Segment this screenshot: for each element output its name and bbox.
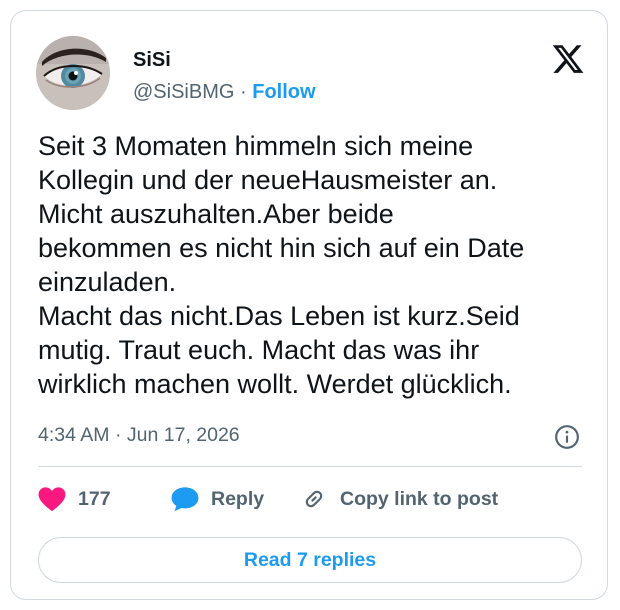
tweet-line: Macht das nicht.Das Leben ist kurz.Seid [38,301,520,331]
author-handle[interactable]: @SiSiBMG [133,81,234,103]
tweet-card: SiSi @SiSiBMG · Follow Seit 3 Momaten hi… [10,10,608,600]
read-replies-label: Read 7 replies [243,548,377,571]
divider [38,466,582,467]
tweet-timestamp[interactable]: 4:34 AM · Jun 17, 2026 [38,424,240,447]
reply-button[interactable]: Reply [171,481,264,517]
read-replies-button[interactable]: Read 7 replies [38,537,582,583]
tweet-line: bekommen es nicht hin sich auf ein Date [38,233,525,263]
heart-icon [38,487,66,512]
tweet-line: Micht auszuhalten.Aber beide [38,199,394,229]
tweet-date: Jun 17, 2026 [126,424,240,446]
author-name[interactable]: SiSi [133,49,171,72]
tweet-line: Seit 3 Momaten himmeln sich meine [38,131,474,161]
tweet-line: einzuladen. [38,267,177,297]
link-icon [305,490,323,508]
x-logo-icon[interactable] [551,42,585,76]
avatar-eye-image [36,36,110,110]
tweet-time: 4:34 AM [38,424,110,446]
reply-label: Reply [211,487,265,510]
info-icon[interactable] [554,424,580,450]
tweet-line: mutig. Traut euch. Macht das was ihr [38,335,480,365]
like-button[interactable]: 177 [38,481,111,517]
follow-link[interactable]: Follow [252,81,315,103]
copy-link-button[interactable]: Copy link to post [300,481,498,517]
like-count: 177 [78,487,111,510]
date-separator: · [114,424,122,446]
speech-bubble-icon [171,487,199,512]
tweet-line: Kollegin und der neueHausmeister an. [38,165,498,195]
tweet-text: Seit 3 Momaten himmeln sich meine Kolleg… [38,129,598,401]
copy-link-label: Copy link to post [340,487,499,510]
separator-dot: · [240,81,247,103]
avatar[interactable] [36,36,110,110]
tweet-line: wirklich machen wollt. Werdet glücklich. [38,369,512,399]
author-handle-row: @SiSiBMG · Follow [133,81,316,104]
